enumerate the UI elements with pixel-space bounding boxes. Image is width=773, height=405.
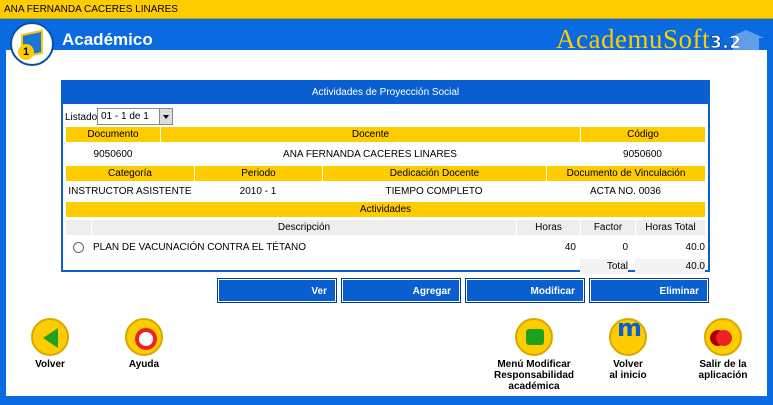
user-name: ANA FERNANDA CACERES LINARES (4, 4, 178, 15)
header-select (66, 220, 91, 235)
app-title: Académico (62, 30, 153, 49)
value-docente: ANA FERNANDA CACERES LINARES (283, 149, 457, 160)
header-periodo: Periodo (194, 166, 322, 181)
user-name-bar: ANA FERNANDA CACERES LINARES (0, 0, 773, 19)
value-periodo: 2010 - 1 (239, 186, 277, 197)
header-factor: Factor (580, 220, 635, 235)
ayuda-label: Ayuda (128, 359, 160, 370)
exit-icon[interactable] (704, 318, 742, 356)
vinculacion-header-row: Categoría Periodo Dedicación Docente Doc… (66, 166, 705, 181)
value-dedicacion: TIEMPO COMPLETO (385, 186, 483, 197)
header-descripcion: Descripción (91, 220, 516, 235)
menu-label-line1: Menú Modificar (497, 359, 571, 370)
header-docente: Docente (160, 127, 580, 142)
header-horas-total: Horas Total (635, 220, 705, 235)
activities-header-row: Descripción Horas Factor Horas Total (66, 220, 705, 235)
value-codigo: 9050600 (623, 149, 662, 160)
chevron-down-icon[interactable] (159, 109, 172, 124)
volver-inicio-button[interactable]: Volver al inicio (596, 318, 660, 381)
menu-label-line3: académica (508, 381, 560, 392)
inicio-label-line2: al inicio (609, 370, 647, 381)
value-documento: 9050600 (93, 149, 133, 160)
volver-label: Volver (35, 359, 65, 370)
listado-value: 01 - 1 de 1 (101, 111, 149, 122)
activity-horas-total: 40.0 (685, 242, 705, 253)
volver-button[interactable]: Volver (22, 318, 78, 370)
activity-factor: 0 (622, 242, 628, 253)
header-codigo: Código (580, 127, 705, 142)
menu-label-line2: Responsabilidad (493, 370, 574, 381)
panel-title: Actividades de Proyección Social (63, 82, 708, 104)
salir-label-line1: Salir de la (699, 359, 747, 370)
total-label: Total (580, 259, 628, 274)
value-categoria: INSTRUCTOR ASISTENTE (68, 186, 192, 197)
activity-descripcion: PLAN DE VACUNACIÓN CONTRA EL TÉTANO (93, 242, 307, 253)
ayuda-button[interactable]: Ayuda (116, 318, 172, 370)
docente-header-row: Documento Docente Código (66, 127, 705, 142)
salir-button[interactable]: Salir de la aplicación (690, 318, 756, 381)
ver-button[interactable]: Ver (218, 279, 336, 302)
salir-label-line2: aplicación (698, 370, 748, 381)
activity-horas: 40 (564, 242, 576, 253)
eliminar-button[interactable]: Eliminar (590, 279, 708, 302)
listado-label: Listado (65, 112, 98, 123)
inicio-label-line1: Volver (613, 359, 643, 370)
header-categoria: Categoría (108, 168, 152, 179)
brand-name: AcademuSoft (556, 24, 710, 54)
activity-radio[interactable] (73, 242, 84, 253)
academico-logo-icon: 1 (10, 22, 54, 66)
header-vinculacion: Documento de Vinculación (546, 166, 705, 181)
home-icon[interactable] (609, 318, 647, 356)
agregar-button[interactable]: Agregar (342, 279, 460, 302)
brand-logo: AcademuSoft3.2 (556, 24, 742, 55)
header-documento: Documento (87, 129, 139, 140)
house-watermark-icon (725, 30, 767, 50)
modificar-button[interactable]: Modificar (466, 279, 584, 302)
header-dedicacion: Dedicación Docente (322, 166, 546, 181)
lifebuoy-icon[interactable] (125, 318, 163, 356)
back-arrow-icon[interactable] (31, 318, 69, 356)
activities-panel: Actividades de Proyección Social Listado… (61, 80, 710, 274)
menu-modify-icon[interactable] (515, 318, 553, 356)
menu-modificar-button[interactable]: Menú Modificar Responsabilidad académica (488, 318, 580, 392)
total-value: 40.0 (635, 259, 705, 274)
actividades-title: Actividades (66, 202, 705, 217)
listado-select[interactable]: 01 - 1 de 1 (97, 108, 173, 125)
header-horas: Horas (516, 220, 580, 235)
value-vinculacion: ACTA NO. 0036 (590, 186, 661, 197)
